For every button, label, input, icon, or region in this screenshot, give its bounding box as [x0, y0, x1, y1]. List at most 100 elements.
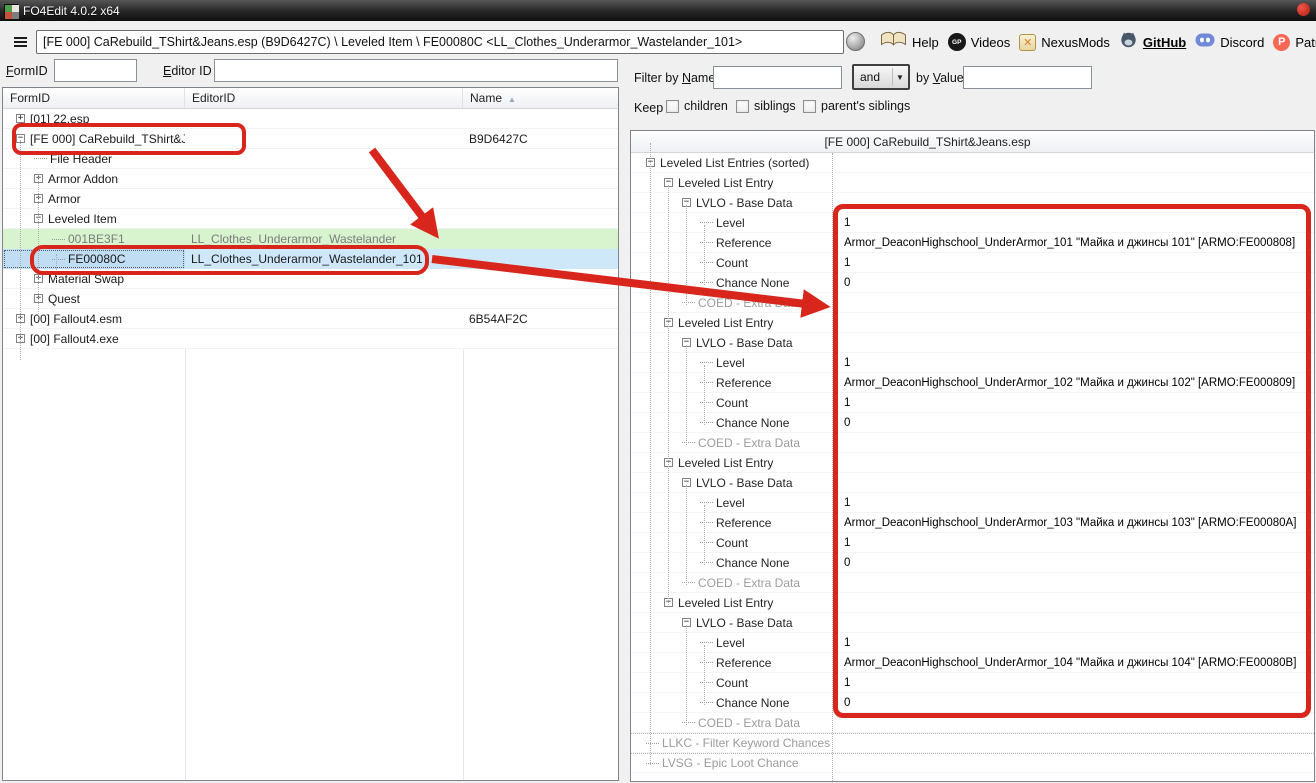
link-nexusmods[interactable]: ✕ NexusMods	[1019, 34, 1110, 51]
collapse-minus-icon[interactable]: −	[682, 198, 691, 207]
column-header-formid[interactable]: FormID	[3, 88, 185, 108]
right-tree-row[interactable]: Chance None0	[631, 413, 1314, 433]
left-tree-row[interactable]: FE00080CLL_Clothes_Underarmor_Wastelande…	[3, 249, 618, 269]
right-tree-row[interactable]: COED - Extra Data	[631, 293, 1314, 313]
right-tree-row[interactable]: −LVLO - Base Data	[631, 473, 1314, 493]
collapse-minus-icon[interactable]: −	[664, 178, 673, 187]
cell-name	[463, 149, 618, 168]
tree-leaf-dash	[700, 402, 713, 403]
right-tree-row[interactable]: −Leveled List Entry	[631, 313, 1314, 333]
right-tree-row[interactable]: Chance None0	[631, 273, 1314, 293]
filter-value-input[interactable]	[963, 66, 1092, 89]
right-tree-row[interactable]: COED - Extra Data	[631, 433, 1314, 453]
tree-leaf-dash	[700, 682, 713, 683]
link-github[interactable]: GitHub	[1119, 31, 1186, 53]
left-tree-row[interactable]: −Leveled Item	[3, 209, 618, 229]
right-tree-row[interactable]: Level1	[631, 493, 1314, 513]
field-label-cell: Level	[631, 353, 832, 372]
collapse-minus-icon[interactable]: −	[16, 134, 25, 143]
collapse-minus-icon[interactable]: −	[682, 478, 691, 487]
collapse-minus-icon[interactable]: −	[682, 618, 691, 627]
left-tree-row[interactable]: +Armor	[3, 189, 618, 209]
left-tree-row[interactable]: +Quest	[3, 289, 618, 309]
collapse-minus-icon[interactable]: −	[682, 338, 691, 347]
link-discord[interactable]: Discord	[1195, 32, 1264, 53]
expand-plus-icon[interactable]: +	[34, 294, 43, 303]
expand-plus-icon[interactable]: +	[16, 314, 25, 323]
column-header-editorid[interactable]: EditorID	[185, 88, 463, 108]
field-label-cell: −LVLO - Base Data	[631, 473, 832, 492]
expand-plus-icon[interactable]: +	[34, 174, 43, 183]
right-tree-row[interactable]: ReferenceArmor_DeaconHighschool_UnderArm…	[631, 513, 1314, 533]
tree-leaf-dash	[700, 562, 713, 563]
address-go-button[interactable]	[846, 32, 865, 51]
left-tree-row[interactable]: File Header	[3, 149, 618, 169]
collapse-minus-icon[interactable]: −	[646, 158, 655, 167]
menu-button[interactable]	[8, 31, 32, 53]
tree-leaf-dash	[646, 763, 659, 764]
right-tree-row[interactable]: ReferenceArmor_DeaconHighschool_UnderArm…	[631, 373, 1314, 393]
formid-input[interactable]	[54, 59, 137, 82]
cell-formid: FE00080C	[3, 249, 185, 269]
panel-splitter[interactable]	[620, 87, 630, 781]
left-tree-row[interactable]: +[00] Fallout4.exe	[3, 329, 618, 349]
right-tree-row[interactable]: Chance None0	[631, 553, 1314, 573]
filter-name-input[interactable]	[713, 66, 842, 89]
expand-plus-icon[interactable]: +	[34, 194, 43, 203]
left-tree-row[interactable]: +Armor Addon	[3, 169, 618, 189]
column-header-name[interactable]: Name▲	[463, 88, 618, 108]
plugin-column-header[interactable]: [FE 000] CaRebuild_TShirt&Jeans.esp	[631, 131, 1314, 153]
right-tree-row[interactable]: COED - Extra Data	[631, 573, 1314, 593]
left-tree-row[interactable]: +[01] 22.esp	[3, 109, 618, 129]
right-tree-row[interactable]: Level1	[631, 213, 1314, 233]
collapse-minus-icon[interactable]: −	[664, 598, 673, 607]
nexusmods-icon: ✕	[1019, 34, 1036, 51]
left-tree-row[interactable]: 001BE3F1LL_Clothes_Underarmor_Wastelande…	[3, 229, 618, 249]
right-tree-row[interactable]: LVSG - Epic Loot Chance	[631, 753, 1314, 773]
cell-editorid: LL_Clothes_Underarmor_Wastelander_101	[185, 249, 463, 269]
collapse-minus-icon[interactable]: −	[664, 458, 673, 467]
right-tree-row[interactable]: −LVLO - Base Data	[631, 333, 1314, 353]
right-tree-row[interactable]: −LVLO - Base Data	[631, 193, 1314, 213]
expand-plus-icon[interactable]: +	[16, 334, 25, 343]
right-tree-row[interactable]: Count1	[631, 673, 1314, 693]
tree-leaf-dash	[700, 662, 713, 663]
right-tree-row[interactable]: LLKC - Filter Keyword Chances	[631, 733, 1314, 753]
right-tree-row[interactable]: Level1	[631, 633, 1314, 653]
filter-operator-select[interactable]: and ▼	[852, 64, 910, 90]
collapse-minus-icon[interactable]: −	[664, 318, 673, 327]
collapse-minus-icon[interactable]: −	[34, 214, 43, 223]
link-help[interactable]: Help	[880, 31, 939, 53]
editorid-input[interactable]	[214, 59, 618, 82]
left-tree-row[interactable]: +Material Swap	[3, 269, 618, 289]
right-tree-row[interactable]: Count1	[631, 253, 1314, 273]
checkbox-siblings[interactable]	[736, 100, 749, 113]
right-tree-row[interactable]: COED - Extra Data	[631, 713, 1314, 733]
checkbox-children[interactable]	[666, 100, 679, 113]
checkbox-parents-siblings[interactable]	[803, 100, 816, 113]
link-label: Discord	[1220, 35, 1264, 50]
expand-plus-icon[interactable]: +	[34, 274, 43, 283]
expand-plus-icon[interactable]: +	[16, 114, 25, 123]
right-tree-row[interactable]: Count1	[631, 393, 1314, 413]
field-label-cell: −Leveled List Entry	[631, 313, 832, 332]
right-tree-row[interactable]: ReferenceArmor_DeaconHighschool_UnderArm…	[631, 233, 1314, 253]
row-label: Leveled Item	[48, 212, 117, 226]
cell-formid: +Material Swap	[3, 269, 185, 288]
right-tree-row[interactable]: −LVLO - Base Data	[631, 613, 1314, 633]
right-tree-row[interactable]: −Leveled List Entry	[631, 453, 1314, 473]
left-tree-row[interactable]: −[FE 000] CaRebuild_TShirt&Jeans.espB9D6…	[3, 129, 618, 149]
link-videos[interactable]: GP Videos	[948, 33, 1011, 51]
right-tree-row[interactable]: −Leveled List Entries (sorted)	[631, 153, 1314, 173]
right-tree-row[interactable]: Level1	[631, 353, 1314, 373]
field-label-cell: Reference	[631, 233, 832, 252]
field-label: Count	[716, 536, 748, 550]
right-tree-row[interactable]: −Leveled List Entry	[631, 593, 1314, 613]
address-bar[interactable]	[36, 30, 844, 54]
left-tree-row[interactable]: +[00] Fallout4.esm6B54AF2C	[3, 309, 618, 329]
link-patreon[interactable]: P Patreon	[1273, 34, 1316, 51]
right-tree-row[interactable]: Chance None0	[631, 693, 1314, 713]
right-tree-row[interactable]: Count1	[631, 533, 1314, 553]
right-tree-row[interactable]: −Leveled List Entry	[631, 173, 1314, 193]
right-tree-row[interactable]: ReferenceArmor_DeaconHighschool_UnderArm…	[631, 653, 1314, 673]
